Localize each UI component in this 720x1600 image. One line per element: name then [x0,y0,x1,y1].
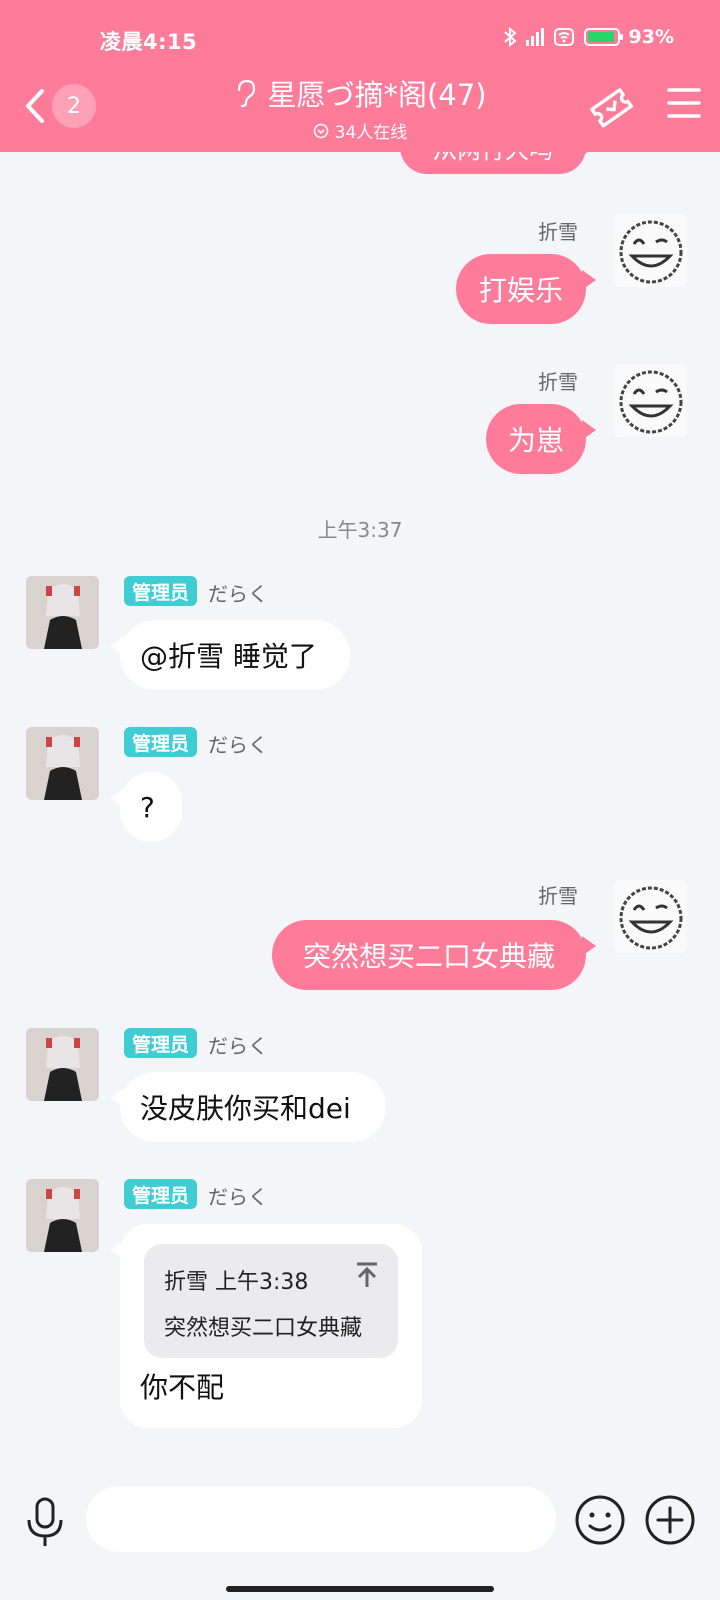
wifi-icon [553,28,574,46]
battery-percent: 93% [628,26,674,48]
message-text: 突然想买二口女典藏 [302,940,555,973]
home-indicator[interactable] [226,1586,494,1592]
status-bar: 凌晨4:15 93% [0,24,720,58]
admin-badge: 管理员 [124,1179,198,1209]
avatar[interactable] [614,364,687,437]
bluetooth-icon [503,27,517,47]
sender-name: だらく [208,733,268,757]
message-bubble[interactable]: @折雪 睡觉了 [110,620,350,690]
avatar[interactable] [26,1179,99,1252]
avatar-photo [26,1028,99,1101]
quoted-message[interactable]: 折雪 上午3:38 突然想买二口女典藏 [144,1244,398,1358]
message-text: @折雪 睡觉了 [140,640,317,673]
avatar[interactable] [26,576,99,649]
plus-icon[interactable] [644,1494,696,1546]
message-text: 没皮肤你买和dei [140,1092,351,1125]
message-text: 为崽 [507,424,564,457]
ear-icon [238,79,256,108]
status-time: 凌晨4:15 [100,30,198,54]
jump-up-icon[interactable] [352,1260,382,1290]
status-icons: 93% [503,26,674,48]
menu-icon[interactable] [666,86,702,120]
message-text: 打娱乐 [478,274,563,307]
sender-name: 折雪 [538,370,578,394]
message-input[interactable] [86,1486,556,1552]
chat-header: 凌晨4:15 93% 2 星愿づ摘*阁(47) 34人在线 [0,0,720,152]
avatar[interactable] [614,214,687,287]
sender-name: だらく [208,1185,268,1209]
message-list[interactable]: 从两行大吗 折雪 打娱乐 折雪 为崽 上午3:37 管理员 だらく @折雪 睡觉… [0,152,720,1480]
unread-badge: 2 [52,84,96,128]
online-count: 34人在线 [334,123,408,143]
message-text: 从两行大吗 [433,152,553,165]
admin-badge: 管理员 [124,1028,198,1058]
message-bubble[interactable]: ? [110,772,182,842]
message-bubble[interactable]: 突然想买二口女典藏 [272,920,596,990]
ticket-icon[interactable] [588,84,634,130]
avatar-photo [26,1179,99,1252]
avatar[interactable] [26,727,99,800]
message-bubble[interactable]: 没皮肤你买和dei [110,1072,386,1142]
smiley-avatar-icon [619,886,683,950]
sender-name: だらく [208,582,268,606]
quote-text: 突然想买二口女典藏 [164,1316,363,1341]
message-text: ? [140,790,155,824]
avatar[interactable] [26,1028,99,1101]
input-bar [0,1480,720,1600]
smiley-avatar-icon [619,370,683,434]
sender-name: 折雪 [538,220,578,244]
timestamp: 上午3:37 [317,518,403,542]
mic-icon[interactable] [24,1496,66,1550]
back-icon [26,89,44,123]
battery-icon [583,28,623,46]
sender-name: 折雪 [538,884,578,908]
message-bubble-partial[interactable]: 从两行大吗 [400,152,596,174]
message-text: 你不配 [140,1371,225,1404]
message-bubble[interactable]: 打娱乐 [456,254,596,324]
emoji-icon[interactable] [574,1494,626,1546]
admin-badge: 管理员 [124,727,198,757]
group-title: 星愿づ摘*阁(47) [267,78,487,112]
signal-icon [525,28,544,46]
avatar[interactable] [614,880,687,953]
avatar-photo [26,576,99,649]
sender-name: だらく [208,1034,268,1058]
back-button[interactable]: 2 [24,84,100,128]
online-icon [313,123,328,138]
message-bubble[interactable]: 为崽 [486,404,596,474]
avatar-photo [26,727,99,800]
chat-title-area[interactable]: 星愿づ摘*阁(47) 34人在线 [200,72,520,143]
quote-header: 折雪 上午3:38 [164,1270,309,1295]
smiley-avatar-icon [619,220,683,284]
admin-badge: 管理员 [124,576,198,606]
